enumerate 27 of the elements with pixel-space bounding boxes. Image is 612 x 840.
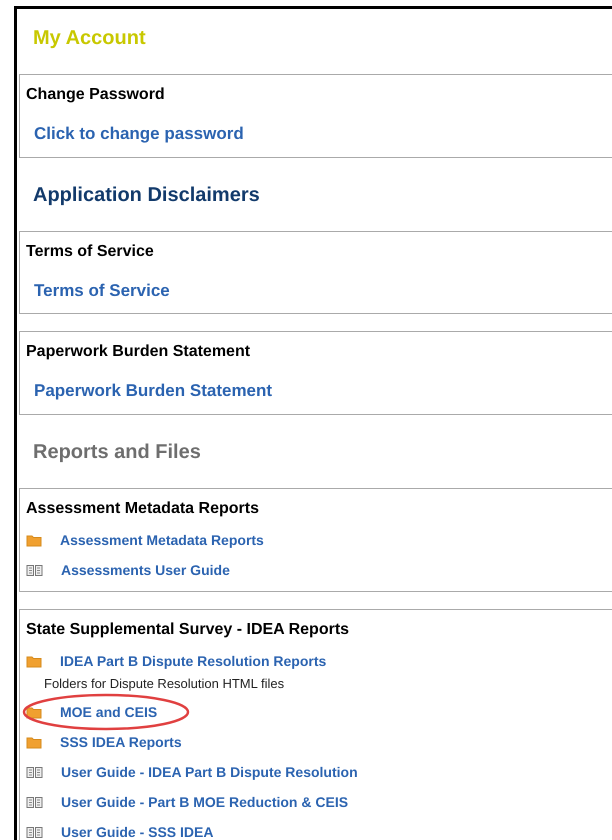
card-link[interactable]: Paperwork Burden Statement (34, 378, 612, 404)
book-icon (26, 564, 43, 576)
card-title: Change Password (26, 85, 166, 105)
report-link[interactable]: User Guide - SSS IDEA (61, 822, 214, 840)
report-link[interactable]: User Guide - IDEA Part B Dispute Resolution (61, 762, 358, 783)
report-link[interactable]: Assessment Metadata Reports (60, 530, 264, 550)
card-link[interactable]: Terms of Service (34, 278, 612, 303)
link-description: Folders for Dispute Resolution HTML files (44, 674, 286, 693)
book-icon (26, 796, 43, 809)
card-title: Terms of Service (26, 242, 155, 262)
folder-icon (26, 736, 42, 749)
book-icon (26, 766, 43, 779)
book-icon (26, 826, 43, 839)
report-link[interactable]: IDEA Part B Dispute Resolution Reports (60, 650, 326, 672)
report-link[interactable]: Assessments User Guide (61, 560, 230, 580)
card-link[interactable]: Click to change password (34, 121, 612, 146)
card-title: Paperwork Burden Statement (26, 342, 252, 362)
section-heading: Reports and Files (33, 440, 202, 464)
report-link[interactable]: SSS IDEA Reports (60, 732, 182, 753)
report-link[interactable]: User Guide - Part B MOE Reduction & CEIS (61, 792, 348, 813)
folder-icon (26, 654, 42, 668)
section-heading: My Account (33, 26, 147, 51)
folder-icon (26, 706, 42, 719)
card-title: State Supplemental Survey - IDEA Reports (26, 620, 350, 640)
folder-icon (26, 534, 42, 546)
card-title: Assessment Metadata Reports (26, 498, 260, 518)
section-heading: Application Disclaimers (33, 182, 261, 208)
